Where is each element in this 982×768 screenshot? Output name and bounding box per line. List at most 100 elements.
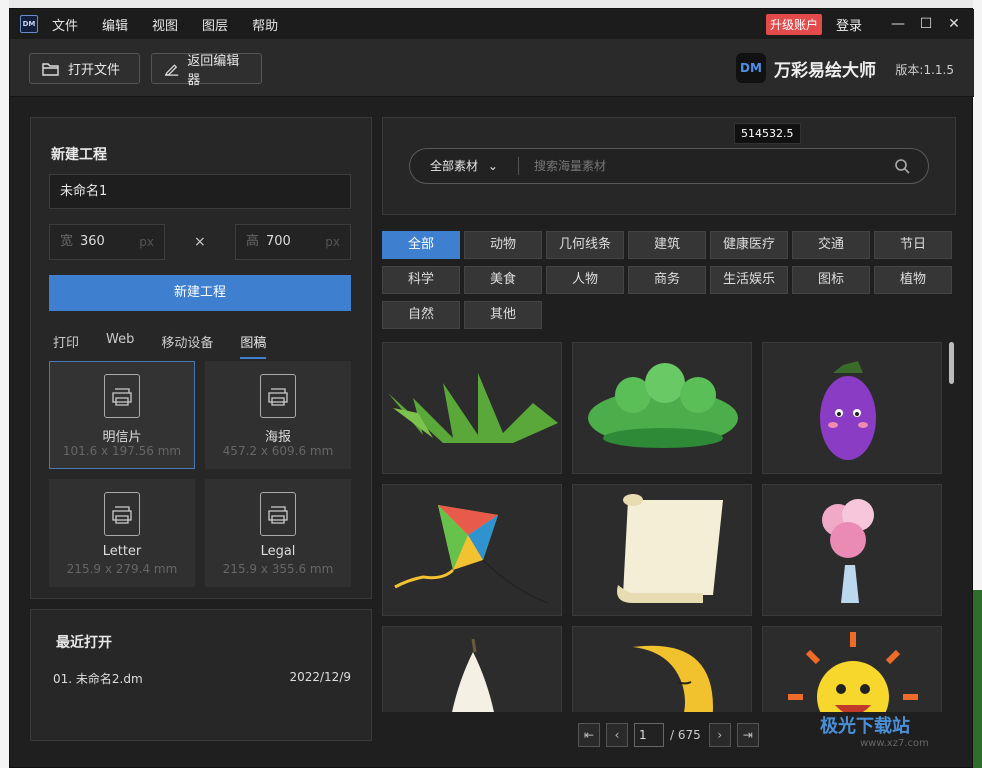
search-icon[interactable] — [894, 158, 910, 174]
template-poster[interactable]: 海报 457.2 x 609.6 mm — [205, 361, 351, 469]
template-name: 海报 — [264, 430, 291, 445]
search-panel: 全部素材 ⌄ 搜索海量素材 — [382, 117, 956, 215]
back-to-editor-button[interactable]: 返回编辑器 — [151, 53, 262, 88]
category-animal[interactable]: 动物 — [464, 231, 542, 259]
category-health[interactable]: 健康医疗 — [710, 231, 788, 259]
menu-file[interactable]: 文件 — [52, 15, 78, 34]
create-project-button[interactable]: 新建工程 — [49, 275, 351, 311]
back-to-editor-label: 返回编辑器 — [187, 53, 240, 88]
template-postcard[interactable]: 明信片 101.6 x 197.56 mm — [49, 361, 195, 469]
asset-grass[interactable] — [382, 342, 562, 474]
asset-eggplant[interactable] — [762, 342, 942, 474]
brand: DM 万彩易绘大师 — [736, 53, 876, 83]
asset-scroll[interactable] — [572, 484, 752, 616]
width-label: 宽 — [60, 234, 74, 249]
recent-title: 最近打开 — [56, 635, 112, 651]
template-name: Letter — [102, 544, 142, 559]
recent-file-name: 01. 未命名2.dm — [53, 672, 143, 686]
height-unit: px — [325, 235, 340, 249]
category-all[interactable]: 全部 — [382, 231, 460, 259]
upgrade-account-button[interactable]: 升级账户 — [765, 13, 822, 35]
open-file-label: 打开文件 — [68, 63, 121, 78]
recent-file-row[interactable]: 01. 未命名2.dm 2022/12/9 — [53, 670, 351, 687]
category-geometry[interactable]: 几何线条 — [546, 231, 624, 259]
category-select-label: 全部素材 — [430, 159, 479, 173]
category-lifestyle[interactable]: 生活娱乐 — [710, 266, 788, 294]
category-science[interactable]: 科学 — [382, 266, 460, 294]
category-select[interactable]: 全部素材 ⌄ — [430, 149, 498, 183]
project-name-input[interactable]: 未命名1 — [49, 174, 351, 209]
first-page-icon[interactable]: ⇤ — [578, 723, 600, 747]
maximize-icon[interactable]: ☐ — [912, 16, 940, 32]
width-value: 360 — [80, 234, 105, 249]
category-building[interactable]: 建筑 — [628, 231, 706, 259]
search-divider — [518, 157, 519, 175]
chevron-down-icon: ⌄ — [487, 159, 498, 173]
tab-print[interactable]: 打印 — [53, 332, 79, 359]
brand-name: 万彩易绘大师 — [774, 60, 876, 81]
asset-grid — [382, 342, 956, 712]
printer-icon — [260, 492, 296, 536]
asset-kite[interactable] — [382, 484, 562, 616]
template-legal[interactable]: Legal 215.9 x 355.6 mm — [205, 479, 351, 587]
tab-artwork[interactable]: 图稿 — [240, 332, 267, 359]
template-size: 457.2 x 609.6 mm — [222, 444, 334, 458]
template-name: Legal — [260, 544, 296, 559]
new-project-panel: 新建工程 未命名1 宽 360 px × 高 700 px 新建工程 打印 We… — [30, 117, 372, 599]
page-total: / 675 — [670, 728, 701, 742]
asset-moon[interactable] — [572, 626, 752, 712]
pagination: ⇤ ‹ 1 / 675 › ⇥ — [578, 723, 765, 747]
last-page-icon[interactable]: ⇥ — [736, 723, 759, 747]
menu-layer[interactable]: 图层 — [202, 15, 228, 34]
category-food[interactable]: 美食 — [464, 266, 542, 294]
new-project-title: 新建工程 — [51, 147, 107, 163]
preset-tabs: 打印 Web 移动设备 图稿 — [53, 332, 293, 359]
dimension-times: × — [194, 234, 206, 250]
asset-sun[interactable] — [762, 626, 942, 712]
prev-page-icon[interactable]: ‹ — [606, 723, 628, 747]
category-traffic[interactable]: 交通 — [792, 231, 870, 259]
category-plants[interactable]: 植物 — [874, 266, 952, 294]
template-name: 明信片 — [102, 430, 142, 445]
width-input[interactable]: 宽 360 px — [49, 224, 165, 260]
category-icons[interactable]: 图标 — [792, 266, 870, 294]
height-value: 700 — [266, 234, 291, 249]
category-festival[interactable]: 节日 — [874, 231, 952, 259]
asset-flower-vase[interactable] — [762, 484, 942, 616]
recent-file-date: 2022/12/9 — [289, 670, 351, 684]
next-page-icon[interactable]: › — [708, 723, 731, 747]
template-size: 215.9 x 279.4 mm — [66, 562, 178, 576]
folder-icon — [42, 62, 59, 76]
category-other[interactable]: 其他 — [464, 301, 542, 329]
brand-logo-icon: DM — [736, 53, 766, 83]
printer-icon — [104, 492, 140, 536]
menu-view[interactable]: 视图 — [152, 15, 178, 34]
menu-edit[interactable]: 编辑 — [102, 15, 128, 34]
menu-help[interactable]: 帮助 — [252, 15, 278, 34]
login-button[interactable]: 登录 — [836, 15, 862, 34]
height-input[interactable]: 高 700 px — [235, 224, 351, 260]
title-bar: DM 文件 编辑 视图 图层 帮助 升级账户 登录 — ☐ ✕ — [10, 9, 974, 39]
search-input[interactable]: 搜索海量素材 — [534, 149, 606, 183]
app-window: DM 文件 编辑 视图 图层 帮助 升级账户 登录 — ☐ ✕ 打开文件 返回编… — [9, 8, 974, 768]
category-nature[interactable]: 自然 — [382, 301, 460, 329]
category-business[interactable]: 商务 — [628, 266, 706, 294]
close-icon[interactable]: ✕ — [940, 16, 968, 32]
toolbar: 打开文件 返回编辑器 DM 万彩易绘大师 版本:1.1.5 — [10, 39, 974, 97]
template-letter[interactable]: Letter 215.9 x 279.4 mm — [49, 479, 195, 587]
tab-mobile[interactable]: 移动设备 — [161, 332, 213, 359]
recent-panel: 最近打开 01. 未命名2.dm 2022/12/9 — [30, 609, 372, 741]
asset-pear[interactable] — [382, 626, 562, 712]
height-label: 高 — [246, 234, 260, 249]
open-file-button[interactable]: 打开文件 — [29, 53, 140, 84]
tab-web[interactable]: Web — [106, 332, 134, 359]
page-input[interactable]: 1 — [634, 723, 664, 747]
asset-bush[interactable] — [572, 342, 752, 474]
minimize-icon[interactable]: — — [884, 16, 912, 32]
tooltip: 514532.5 — [734, 123, 801, 144]
menu-bar: 文件 编辑 视图 图层 帮助 — [52, 15, 302, 34]
watermark: 极光下载站 www.xz7.com — [820, 712, 929, 749]
category-people[interactable]: 人物 — [546, 266, 624, 294]
edit-pencil-icon — [164, 63, 179, 76]
asset-grid-scrollbar[interactable] — [949, 342, 954, 384]
